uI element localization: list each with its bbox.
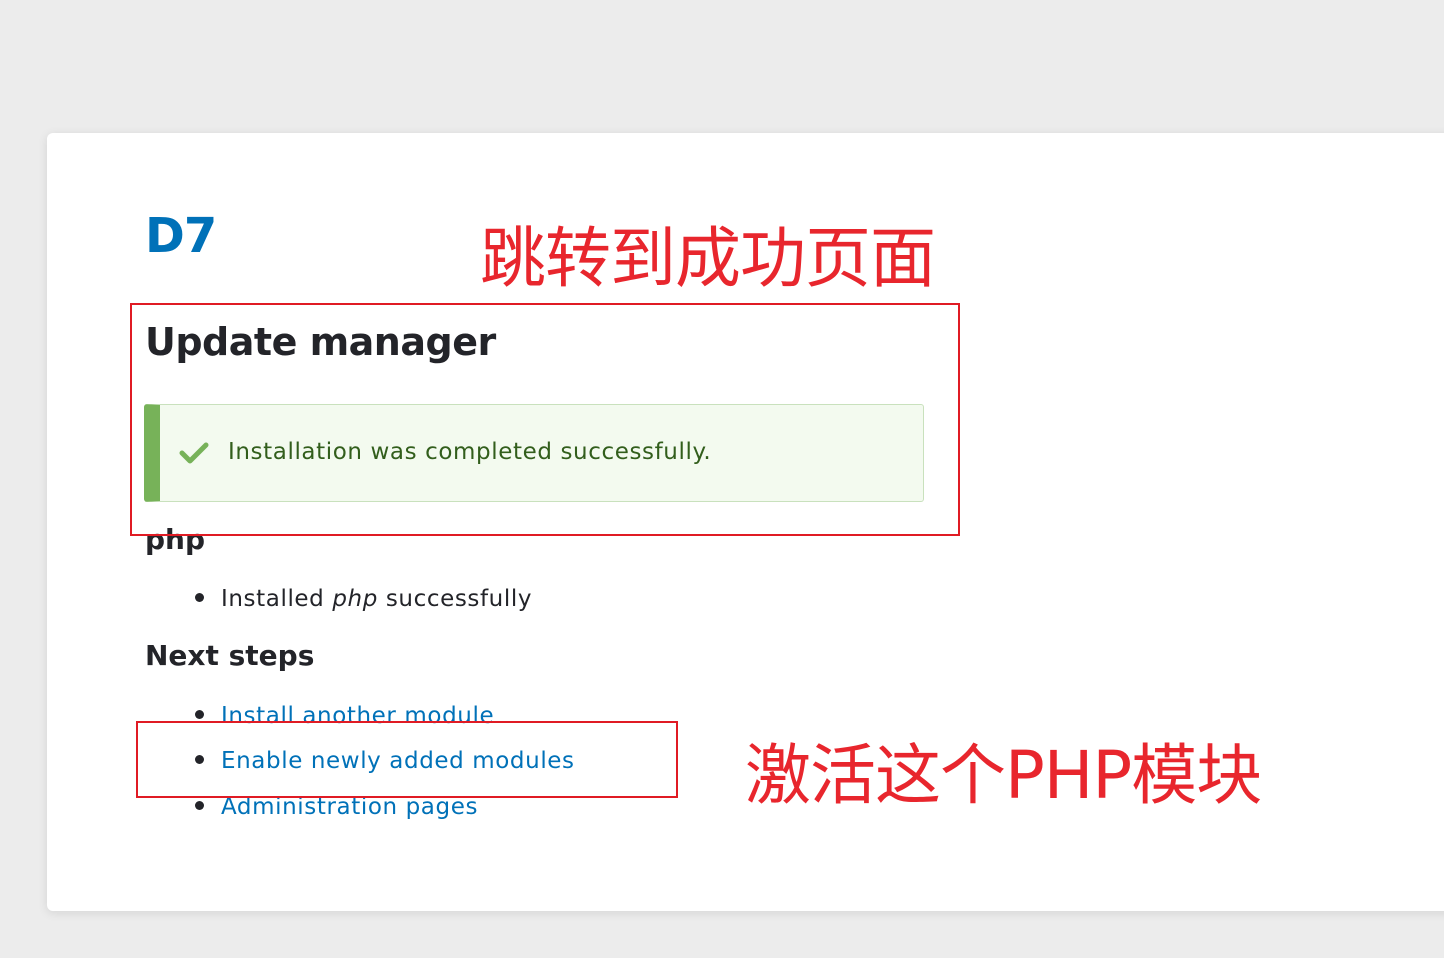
result-prefix: Installed	[221, 586, 325, 612]
annotation-box-success	[130, 303, 960, 536]
annotation-box-enable-modules	[136, 721, 678, 798]
result-suffix: successfully	[385, 586, 533, 612]
bullet	[195, 593, 204, 602]
site-name-link[interactable]: D7	[145, 208, 217, 264]
result-module-name: php	[332, 586, 378, 612]
annotation-label-success: 跳转到成功页面	[480, 220, 936, 297]
annotation-label-activate: 激活这个PHP模块	[745, 737, 1262, 814]
bullet	[195, 710, 204, 719]
bullet	[195, 801, 204, 810]
next-steps-heading: Next steps	[145, 639, 315, 672]
list-item: Installed php successfully	[195, 586, 532, 612]
